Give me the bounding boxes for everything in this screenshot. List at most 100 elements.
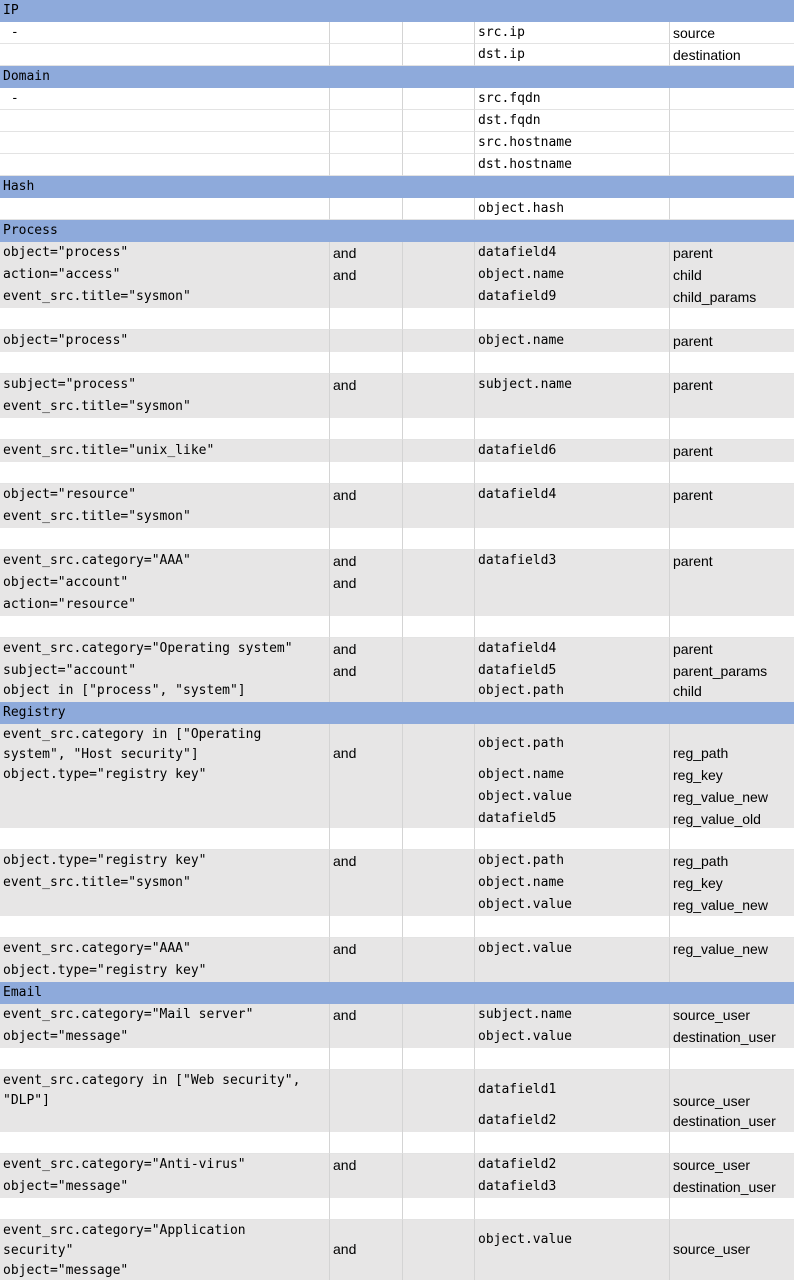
table-cell	[403, 828, 475, 850]
table-row: dst.fqdn	[0, 110, 794, 132]
table-cell	[330, 1048, 403, 1070]
table-cell	[0, 132, 330, 154]
table-row: object.hash	[0, 198, 794, 220]
cell-line: datafield2	[478, 1113, 557, 1128]
cell-line: and	[333, 575, 357, 591]
cell-line: object.path	[478, 683, 565, 698]
table-cell	[0, 418, 330, 440]
table-cell: src.fqdn	[475, 88, 670, 110]
table-cell	[403, 44, 475, 66]
cell-line: and	[333, 641, 357, 657]
table-row: event_src.category="Operating system" sub…	[0, 638, 794, 702]
table-cell: -	[0, 88, 330, 110]
table-cell	[475, 828, 670, 850]
table-cell: and	[330, 1004, 403, 1048]
table-cell	[330, 1070, 403, 1132]
table-cell: datafield3	[475, 550, 670, 616]
cell-line: src.fqdn	[478, 91, 541, 106]
table-cell	[0, 1048, 330, 1070]
cell-line: event_src.title="sysmon"	[3, 399, 191, 414]
cell-line: -	[3, 25, 19, 40]
table-cell: source_user destination_user	[670, 1070, 794, 1132]
table-cell: and	[330, 1154, 403, 1198]
cell-line: parent	[673, 443, 713, 459]
table-cell	[0, 1132, 330, 1154]
table-row: dst.ip destination	[0, 44, 794, 66]
cell-line: system", "Host security"]	[3, 747, 199, 762]
table-cell	[403, 1220, 475, 1280]
cell-line: and	[333, 377, 357, 393]
table-cell: object="process"	[0, 330, 330, 352]
table-cell	[403, 484, 475, 528]
cell-line: object.value	[478, 897, 572, 912]
cell-line: child	[673, 267, 702, 283]
table-cell: event_src.category in ["Operating system"…	[0, 724, 330, 828]
table-cell	[330, 1198, 403, 1220]
table-cell	[475, 1048, 670, 1070]
section-title: IP	[3, 3, 19, 18]
table-cell	[0, 308, 330, 330]
cell-line: parent	[673, 553, 713, 569]
table-cell: src.hostname	[475, 132, 670, 154]
table-cell	[403, 132, 475, 154]
table-cell	[475, 616, 670, 638]
cell-line: and	[333, 267, 357, 283]
table-cell	[330, 616, 403, 638]
cell-line: destination	[673, 47, 741, 63]
table-cell: object.path object.name object.value datafi…	[475, 724, 670, 828]
section-header: IP	[0, 0, 794, 22]
cell-line: dst.hostname	[478, 157, 572, 172]
table-cell	[475, 352, 670, 374]
table-cell	[403, 1198, 475, 1220]
table-row: event_src.category="AAA" object.type="reg…	[0, 938, 794, 982]
cell-line: event_src.category="Mail server"	[3, 1007, 254, 1022]
cell-line: object.name	[478, 267, 565, 282]
cell-line: reg_path	[673, 853, 729, 869]
cell-line: subject.name	[478, 377, 572, 392]
table-cell: dst.fqdn	[475, 110, 670, 132]
cell-line: event_src.title="unix_like"	[3, 443, 215, 458]
cell-line: object.hash	[478, 201, 565, 216]
cell-line: object.value	[478, 1232, 572, 1247]
table-cell	[330, 330, 403, 352]
table-cell	[330, 828, 403, 850]
table-cell: and	[330, 938, 403, 982]
table-row: object="process" action="access" event_src…	[0, 242, 794, 308]
cell-line: and	[333, 487, 357, 503]
table-cell: subject.name object.value	[475, 1004, 670, 1048]
table-cell	[670, 462, 794, 484]
table-cell: reg_path reg_key reg_value_new	[670, 850, 794, 916]
cell-line: event_src.category="Anti-virus"	[3, 1157, 246, 1172]
cell-line: object="message"	[3, 1263, 129, 1278]
table-cell	[0, 916, 330, 938]
table-cell	[403, 1004, 475, 1048]
cell-line: "DLP"]	[3, 1093, 50, 1108]
table-cell: subject.name	[475, 374, 670, 418]
table-cell: dst.ip	[475, 44, 670, 66]
cell-line: subject="account"	[3, 663, 137, 678]
table-cell	[403, 550, 475, 616]
section-title: Hash	[3, 179, 35, 194]
table-cell: parent parent_params child	[670, 638, 794, 702]
table-cell	[403, 440, 475, 462]
cell-line: child_params	[673, 289, 757, 305]
table-cell	[403, 938, 475, 982]
table-cell	[330, 916, 403, 938]
cell-line: event_src.category="AAA"	[3, 553, 191, 568]
cell-line: parent_params	[673, 663, 768, 679]
section-header: Domain	[0, 66, 794, 88]
table-row	[0, 352, 794, 374]
table-cell	[330, 462, 403, 484]
cell-line: action="access"	[3, 267, 121, 282]
cell-line: object="message"	[3, 1029, 129, 1044]
table-cell	[403, 374, 475, 418]
section-header: Hash	[0, 176, 794, 198]
table-cell	[403, 616, 475, 638]
cell-line: object="process"	[3, 245, 129, 260]
cell-line: event_src.title="sysmon"	[3, 509, 191, 524]
table-cell: parent	[670, 484, 794, 528]
cell-line: dst.fqdn	[478, 113, 541, 128]
cell-line: object="resource"	[3, 487, 137, 502]
cell-line: child	[673, 683, 702, 699]
section-title: Process	[3, 223, 58, 238]
